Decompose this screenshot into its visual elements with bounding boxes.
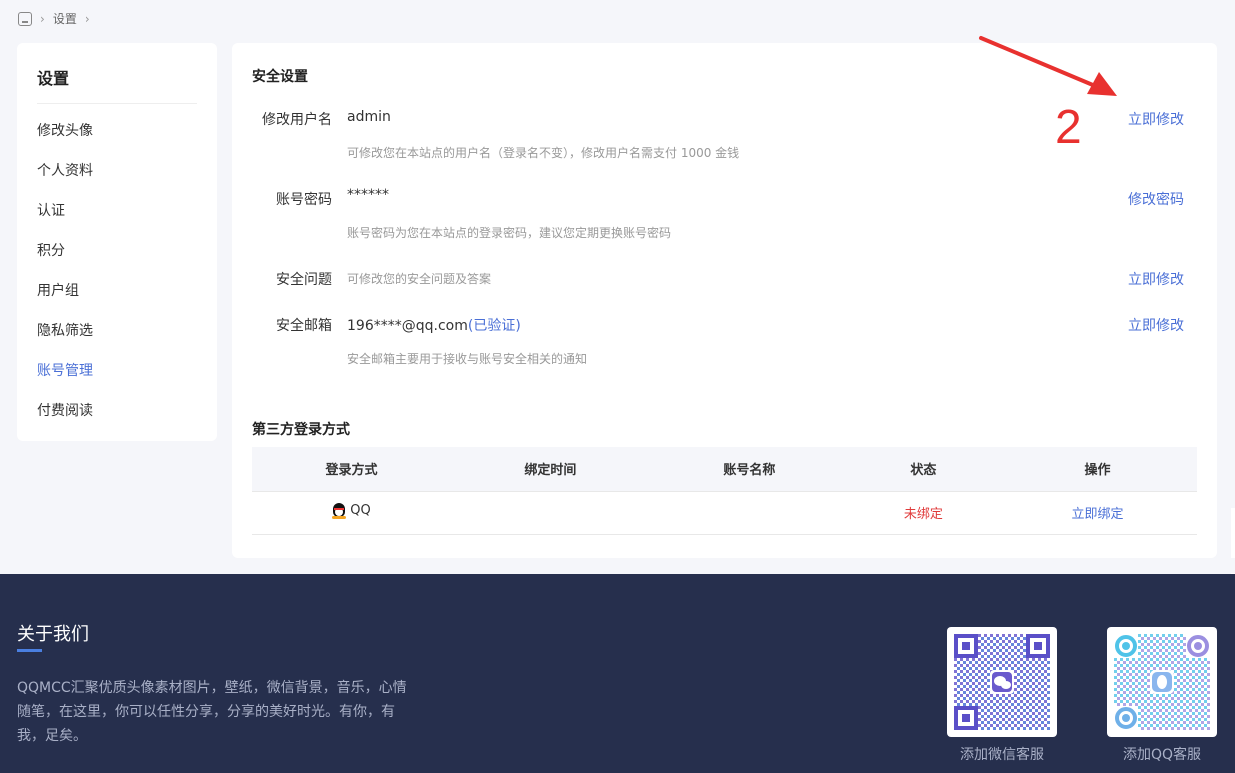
login-method-name: QQ [350, 503, 371, 518]
qq-penguin-icon [332, 502, 347, 519]
password-value: ****** [347, 187, 389, 203]
email-value: 196****@qq.com [347, 318, 468, 334]
sidebar-item-paid-reading[interactable]: 付费阅读 [37, 395, 93, 435]
about-underline [17, 649, 42, 652]
sidebar-item-points[interactable]: 积分 [37, 235, 93, 275]
col-bind-time: 绑定时间 [450, 447, 650, 492]
settings-sidebar: 设置 修改头像 个人资料 认证 积分 用户组 隐私筛选 账号管理 付费阅读 [17, 43, 217, 441]
change-question-link[interactable]: 立即修改 [1128, 269, 1184, 289]
bind-time-cell [450, 491, 650, 535]
sidebar-menu: 修改头像 个人资料 认证 积分 用户组 隐私筛选 账号管理 付费阅读 [37, 115, 93, 435]
breadcrumb-separator: › [84, 11, 90, 26]
qq-qr-caption: 添加QQ客服 [1122, 747, 1202, 763]
side-float-handle[interactable] [1231, 508, 1235, 558]
username-value: admin [347, 109, 391, 125]
breadcrumb-current[interactable]: 设置 [53, 10, 77, 27]
account-name-cell [649, 491, 849, 535]
email-value-wrap: 196****@qq.com(已验证) [347, 315, 521, 335]
breadcrumb: › 设置 › [18, 10, 90, 27]
footer: 关于我们 QQMCC汇聚优质头像素材图片，壁纸，微信背景，音乐，心情随笔，在这里… [0, 574, 1235, 773]
question-label: 安全问题 [276, 272, 332, 288]
annotation-number: 2 [1055, 101, 1082, 154]
email-desc: 安全邮箱主要用于接收与账号安全相关的通知 [347, 352, 588, 366]
change-password-link[interactable]: 修改密码 [1128, 189, 1184, 209]
sidebar-item-privacy[interactable]: 隐私筛选 [37, 315, 93, 355]
security-section-title: 安全设置 [252, 69, 308, 85]
bind-qq-link[interactable]: 立即绑定 [1072, 507, 1124, 522]
username-desc: 可修改您在本站点的用户名（登录名不变），修改用户名需支付 1000 金钱 [347, 146, 740, 160]
col-login-method: 登录方式 [252, 447, 451, 492]
sidebar-item-verification[interactable]: 认证 [37, 195, 93, 235]
table-row: QQ 未绑定 立即绑定 [252, 491, 1197, 535]
col-account-name: 账号名称 [649, 447, 849, 492]
sidebar-item-usergroup[interactable]: 用户组 [37, 275, 93, 315]
action-cell: 立即绑定 [998, 491, 1197, 535]
sidebar-item-account[interactable]: 账号管理 [37, 355, 93, 395]
home-icon[interactable] [18, 11, 32, 26]
password-label: 账号密码 [276, 192, 332, 208]
wechat-qr-caption: 添加微信客服 [960, 747, 1044, 763]
table-header-row: 登录方式 绑定时间 账号名称 状态 操作 [252, 447, 1197, 492]
third-party-table: 登录方式 绑定时间 账号名称 状态 操作 QQ 未绑定 立即绑定 [252, 447, 1197, 535]
sidebar-item-profile[interactable]: 个人资料 [37, 155, 93, 195]
col-status: 状态 [848, 447, 999, 492]
third-party-title: 第三方登录方式 [252, 422, 350, 438]
password-desc: 账号密码为您在本站点的登录密码，建议您定期更换账号密码 [347, 226, 672, 240]
login-method-cell: QQ [252, 491, 451, 535]
status-unbound: 未绑定 [848, 491, 999, 535]
divider [37, 103, 197, 104]
sidebar-title: 设置 [37, 69, 70, 88]
qq-qr-icon [1114, 634, 1210, 730]
qq-qr-code [1107, 627, 1217, 737]
change-email-link[interactable]: 立即修改 [1128, 315, 1184, 335]
email-verified-badge: (已验证) [467, 318, 521, 334]
question-desc: 可修改您的安全问题及答案 [347, 272, 492, 286]
annotation-arrow-icon [979, 36, 1117, 96]
change-username-link[interactable]: 立即修改 [1128, 109, 1184, 129]
wechat-qr-code [947, 627, 1057, 737]
about-title: 关于我们 [17, 624, 89, 645]
sidebar-item-avatar[interactable]: 修改头像 [37, 115, 93, 155]
col-action: 操作 [998, 447, 1197, 492]
about-text: QQMCC汇聚优质头像素材图片，壁纸，微信背景，音乐，心情随笔，在这里，你可以任… [17, 680, 407, 744]
username-label: 修改用户名 [262, 112, 332, 128]
wechat-qr-icon [954, 634, 1050, 730]
email-label: 安全邮箱 [276, 318, 332, 334]
breadcrumb-separator: › [40, 11, 45, 26]
